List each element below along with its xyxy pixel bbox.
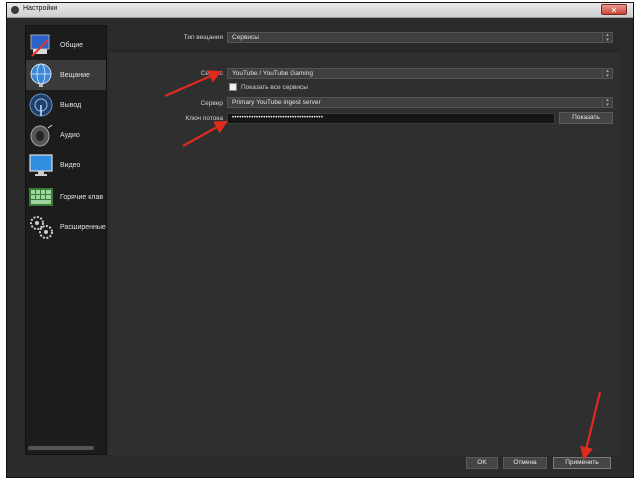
server-label: Сервер [200, 100, 223, 107]
server-select[interactable]: Primary YouTube ingest server ▴ ▾ [227, 97, 613, 108]
show-all-services-checkbox[interactable] [229, 83, 237, 91]
sidebar-item-general[interactable]: Общие [26, 30, 106, 60]
monitor-icon [28, 152, 54, 178]
show-all-services-row[interactable]: Показать все сервисы [229, 83, 308, 91]
service-select[interactable]: YouTube / YouTube Gaming ▴ ▾ [227, 68, 613, 79]
sidebar-item-video[interactable]: Видео [26, 150, 106, 180]
chevron-updown-icon: ▴ ▾ [602, 33, 612, 42]
speaker-icon [28, 122, 54, 148]
close-button[interactable]: ✕ [601, 4, 627, 15]
stream-key-input[interactable]: •••••••••••••••••••••••••••••••••••••• [227, 113, 555, 124]
settings-window: Настройки ✕ Общие Вещание Вывод Аудио Ви… [6, 2, 634, 478]
ok-button[interactable]: OK [466, 457, 498, 469]
stream-key-label: Ключ потока [185, 115, 223, 122]
stream-settings-panel: Тип вещания Сервисы ▴ ▾ Сервис YouTube / … [109, 25, 619, 455]
gears-icon [28, 214, 54, 240]
sidebar-item-label: Вывод [60, 101, 82, 109]
settings-sidebar: Общие Вещание Вывод Аудио Видео Горячие … [25, 25, 107, 455]
show-all-services-label: Показать все сервисы [241, 83, 308, 91]
sidebar-item-advanced[interactable]: Расширенные [26, 212, 106, 242]
sidebar-item-stream[interactable]: Вещание [26, 60, 106, 90]
stream-type-row: Тип вещания Сервисы ▴ ▾ [109, 25, 619, 52]
sidebar-item-label: Общие [60, 41, 84, 49]
chevron-updown-icon: ▴ ▾ [602, 69, 612, 78]
title-bar: Настройки ✕ [7, 3, 633, 18]
window-title: Настройки [23, 5, 58, 12]
server-value: Primary YouTube ingest server [232, 99, 321, 106]
service-value: YouTube / YouTube Gaming [232, 70, 313, 77]
sidebar-item-label: Вещание [60, 71, 90, 79]
sidebar-item-label: Горячие клав [60, 193, 104, 201]
stream-type-label: Тип вещания [183, 34, 223, 41]
sidebar-item-output[interactable]: Вывод [26, 90, 106, 120]
general-settings-icon [28, 32, 54, 58]
sidebar-item-hotkeys[interactable]: Горячие клав [26, 182, 106, 212]
stream-type-select[interactable]: Сервисы ▴ ▾ [227, 32, 613, 43]
output-signal-icon [28, 92, 54, 118]
show-key-button[interactable]: Показать [559, 112, 613, 124]
stream-type-value: Сервисы [232, 34, 259, 41]
keyboard-icon [28, 184, 54, 210]
sidebar-scrollbar[interactable] [28, 446, 94, 450]
sidebar-item-label: Расширенные [60, 223, 106, 231]
sidebar-item-label: Аудио [60, 131, 80, 139]
service-label: Сервис [200, 70, 223, 77]
cancel-button[interactable]: Отмена [503, 457, 547, 469]
obs-app-icon [11, 6, 19, 14]
broadcast-globe-icon [28, 62, 54, 88]
sidebar-item-label: Видео [60, 161, 81, 169]
apply-button[interactable]: Применить [553, 457, 611, 469]
sidebar-item-audio[interactable]: Аудио [26, 120, 106, 150]
chevron-updown-icon: ▴ ▾ [602, 98, 612, 107]
